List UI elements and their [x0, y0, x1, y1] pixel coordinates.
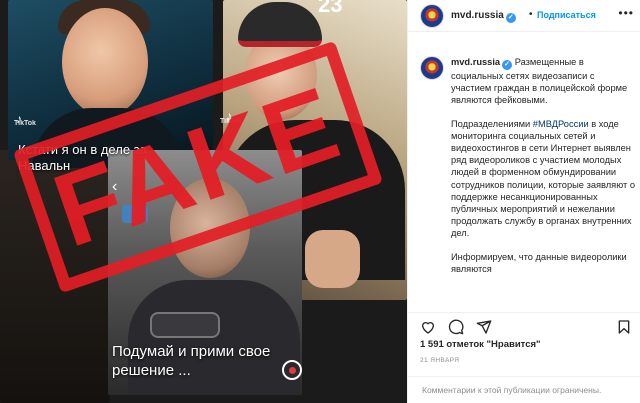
hashtag-link[interactable]: #МВДРоссии	[533, 119, 589, 129]
username-link[interactable]: mvd.russia ✓	[451, 10, 516, 23]
heart-icon[interactable]	[420, 319, 436, 335]
verified-icon: ✓	[505, 13, 516, 23]
tiktok-watermark: TikTok	[14, 120, 36, 127]
post-image[interactable]: ♪ TikTok ♪ TikTok 23 ‹ Кстати я он в дел…	[0, 0, 407, 403]
more-icon[interactable]: •••	[618, 6, 634, 20]
post-panel: mvd.russia ✓ • Подписаться ••• mvd.russia…	[407, 0, 640, 403]
bookmark-icon[interactable]	[616, 319, 632, 335]
like-count[interactable]: 1 591 отметок "Нравится"	[420, 339, 541, 350]
post-caption: mvd.russia ✓ Размещенные в социальных сет…	[451, 56, 637, 286]
comment-icon[interactable]	[448, 319, 464, 335]
verified-icon: ✓	[502, 60, 513, 70]
post-date[interactable]: 21 ЯНВАРЯ	[420, 357, 459, 364]
person-face	[62, 8, 148, 116]
caption-text: Информируем, что данные видеоролики явля…	[451, 251, 627, 274]
uniform-patch	[150, 312, 220, 338]
follow-button[interactable]: Подписаться	[537, 10, 596, 20]
video-caption: Подумай и прими свое решение ...	[112, 343, 271, 379]
username-link[interactable]: mvd.russia ✓	[451, 57, 513, 70]
comments-restricted-note: Комментарии к этой публикации ограничены…	[408, 376, 640, 403]
share-icon[interactable]	[476, 319, 492, 335]
separator-dot: •	[529, 9, 533, 20]
post-header: mvd.russia ✓ • Подписаться •••	[408, 0, 640, 32]
action-bar	[408, 312, 640, 338]
avatar[interactable]	[420, 4, 444, 28]
person-fist	[305, 230, 360, 288]
caption-scroll-area[interactable]: mvd.russia ✓ Размещенные в социальных сет…	[408, 50, 640, 310]
caption-text: в ходе мониторинга социальных сетей и ви…	[451, 118, 635, 239]
caption-text: Подразделениями	[451, 118, 533, 129]
video-counter: 23	[318, 0, 343, 17]
